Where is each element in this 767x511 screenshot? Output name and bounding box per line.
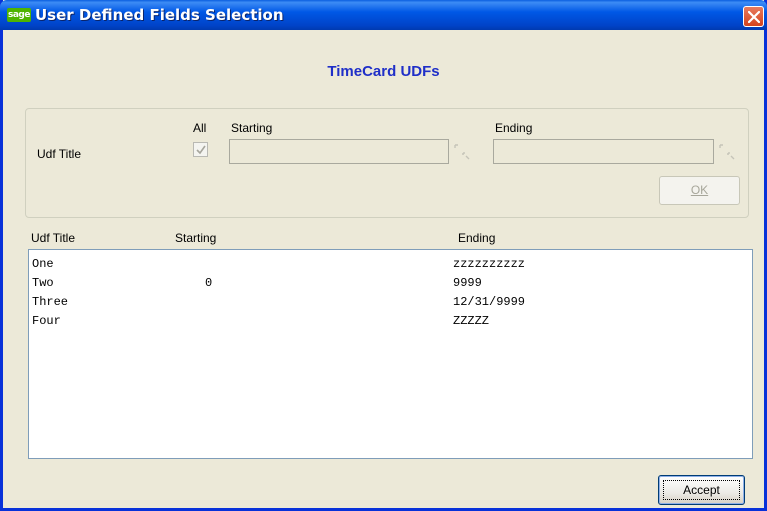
udf-list[interactable]: One zzzzzzzzzz Two 0 9999 Three 12/31/99… [28,249,753,459]
all-label: All [193,121,207,135]
list-row[interactable]: Four ZZZZZ [29,314,752,334]
close-button[interactable] [743,6,764,27]
list-row[interactable]: One zzzzzzzzzz [29,257,752,277]
column-header-starting[interactable]: Starting [175,231,216,245]
row-starting: 0 [205,276,213,290]
list-row[interactable]: Two 0 9999 [29,276,752,296]
all-checkbox[interactable] [193,142,208,157]
row-title: Four [32,314,61,328]
checkmark-icon [196,145,206,155]
row-ending: ZZZZZ [453,314,490,328]
row-title: One [32,257,54,271]
focus-rect [663,480,740,500]
list-row[interactable]: Three 12/31/9999 [29,295,752,315]
row-title: Three [32,295,69,309]
accept-button[interactable]: Accept [658,475,745,505]
column-header-ending[interactable]: Ending [458,231,495,245]
starting-input[interactable] [229,139,449,164]
row-ending: 12/31/9999 [453,295,526,309]
row-title: Two [32,276,54,290]
lookup-ending-icon[interactable] [717,142,737,162]
title-bar[interactable]: sage User Defined Fields Selection [0,0,767,30]
ending-input[interactable] [493,139,714,164]
row-ending: zzzzzzzzzz [453,257,526,271]
window-title: User Defined Fields Selection [35,6,284,24]
starting-label: Starting [231,121,273,135]
row-ending: 9999 [453,276,482,290]
page-title: TimeCard UDFs [327,63,440,80]
column-header-udf-title[interactable]: Udf Title [31,231,75,245]
ok-button-label: OK [690,183,709,197]
lookup-starting-icon[interactable] [452,142,472,162]
udf-title-label: Udf Title [37,147,82,161]
ok-button[interactable]: OK [659,176,740,205]
ending-label: Ending [495,121,533,135]
sage-logo-icon: sage [7,8,31,22]
close-icon [748,11,760,23]
